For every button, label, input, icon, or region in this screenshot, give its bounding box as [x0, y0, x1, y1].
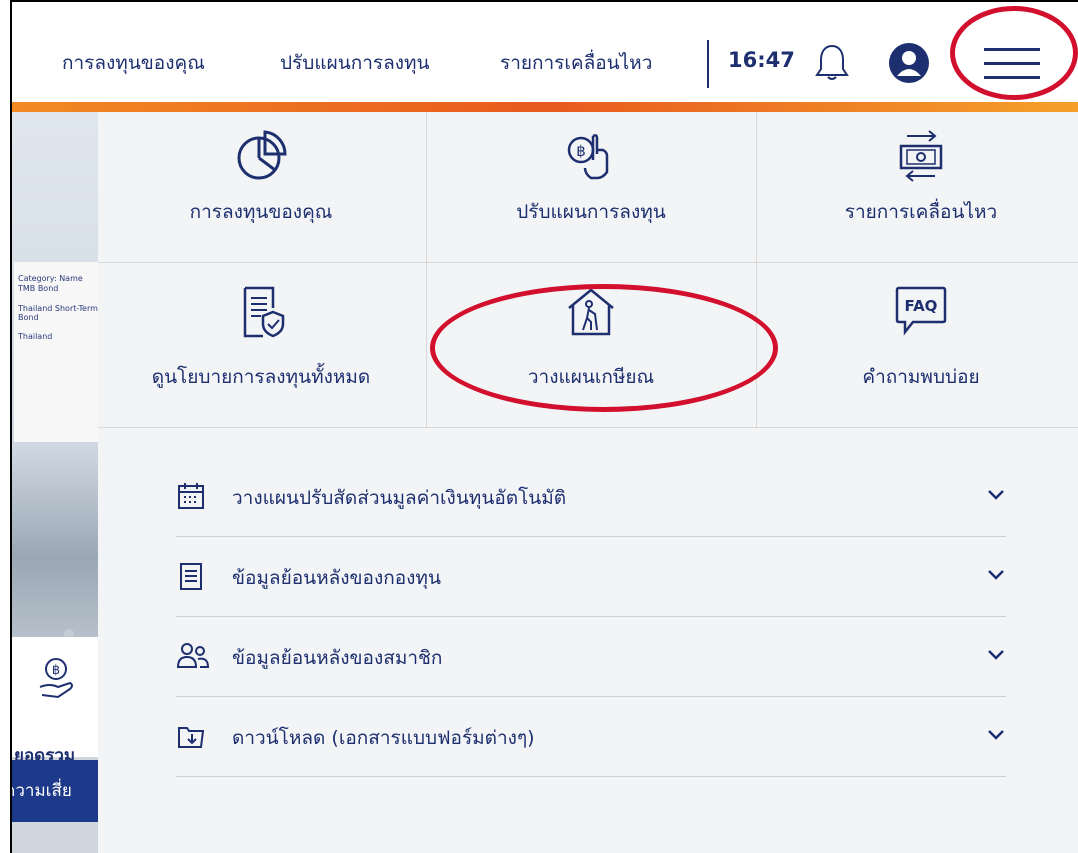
grid-divider	[98, 427, 1078, 428]
accordion-downloads[interactable]: ดาวน์โหลด (เอกสารแบบฟอร์มต่างๆ)	[176, 697, 1006, 777]
risk-label: ความเสี่ย	[12, 781, 72, 801]
svg-text:฿: ฿	[576, 142, 586, 160]
baht-coin-icon: ฿	[39, 658, 73, 699]
clipboard-list-icon	[176, 561, 206, 595]
risk-button[interactable]: ความเสี่ย	[12, 760, 98, 822]
menu-tile-label: วางแผนเกษียณ	[527, 366, 655, 388]
header-accent-stripe	[12, 102, 1078, 112]
doc-line: Thailand	[18, 332, 53, 341]
hamburger-menu-icon[interactable]	[982, 44, 1042, 88]
faq-icon: FAQ	[895, 286, 947, 336]
summary-card: ฿	[12, 637, 98, 757]
main-menu-panel: การลงทุนของคุณ ฿ ปรับแผนการลงทุน รายการเ…	[98, 112, 1078, 853]
baht-hand-icon: ฿	[567, 134, 609, 180]
grid-divider	[426, 112, 427, 427]
pie-chart-icon	[237, 130, 287, 180]
doc-line: TMB Bond	[18, 284, 59, 293]
grid-divider	[98, 262, 1078, 263]
retirement-house-icon	[568, 288, 614, 336]
topnav-adjust-plan[interactable]: ปรับแผนการลงทุน	[280, 48, 430, 78]
chevron-down-icon[interactable]	[986, 647, 1006, 666]
menu-tile-label: ปรับแผนการลงทุน	[516, 201, 666, 223]
menu-tile-label: คำถามพบบ่อย	[862, 366, 980, 388]
topnav-your-investment[interactable]: การลงทุนของคุณ	[62, 48, 205, 78]
accordion-fund-history[interactable]: ข้อมูลย้อนหลังของกองทุน	[176, 537, 1006, 617]
chevron-down-icon[interactable]	[986, 727, 1006, 746]
menu-tile-label: ดูนโยบายการลงทุนทั้งหมด	[151, 366, 371, 388]
app-frame: การลงทุนของคุณ ปรับแผนการลงทุน รายการเคล…	[10, 0, 1078, 853]
menu-tile-retirement-plan[interactable]: วางแผนเกษียณ	[428, 264, 754, 427]
money-transfer-icon	[899, 130, 943, 182]
accordion-label: ดาวน์โหลด (เอกสารแบบฟอร์มต่างๆ)	[232, 727, 535, 749]
menu-tile-label: รายการเคลื่อนไหว	[844, 201, 998, 223]
accordion-auto-rebalance[interactable]: วางแผนปรับสัดส่วนมูลค่าเงินทุนอัตโนมัติ	[176, 457, 1006, 537]
accordion-label: วางแผนปรับสัดส่วนมูลค่าเงินทุนอัตโนมัติ	[232, 487, 567, 509]
doc-line: Thailand Short-Term Bond	[18, 304, 98, 322]
accordion-member-history[interactable]: ข้อมูลย้อนหลังของสมาชิก	[176, 617, 1006, 697]
menu-tile-all-policies[interactable]: ดูนโยบายการลงทุนทั้งหมด	[98, 264, 424, 427]
chevron-down-icon[interactable]	[986, 487, 1006, 506]
menu-tile-faq[interactable]: FAQ คำถามพบบ่อย	[758, 264, 1078, 427]
background-page: Category: Name TMB Bond Thailand Short-T…	[12, 112, 98, 853]
grid-divider	[756, 112, 757, 427]
topnav-transactions[interactable]: รายการเคลื่อนไหว	[500, 48, 652, 78]
menu-tile-adjust-plan[interactable]: ฿ ปรับแผนการลงทุน	[428, 112, 754, 262]
policy-document-icon	[243, 286, 285, 338]
faq-icon-text: FAQ	[905, 297, 938, 315]
calendar-icon	[176, 481, 206, 515]
top-bar: การลงทุนของคุณ ปรับแผนการลงทุน รายการเคล…	[12, 2, 1078, 103]
chevron-down-icon[interactable]	[986, 567, 1006, 586]
bell-icon[interactable]	[814, 42, 850, 86]
members-icon	[176, 641, 210, 675]
download-folder-icon	[176, 721, 206, 755]
clock-time: 16:47	[728, 48, 795, 72]
user-avatar-icon[interactable]	[888, 42, 930, 88]
svg-text:฿: ฿	[52, 663, 60, 678]
menu-tile-your-investment[interactable]: การลงทุนของคุณ	[98, 112, 424, 262]
header-divider	[707, 40, 709, 88]
background-document: Category: Name TMB Bond Thailand Short-T…	[14, 262, 98, 442]
accordion-label: ข้อมูลย้อนหลังของกองทุน	[232, 567, 441, 589]
menu-tile-transactions[interactable]: รายการเคลื่อนไหว	[758, 112, 1078, 262]
menu-tile-label: การลงทุนของคุณ	[189, 201, 333, 223]
accordion-label: ข้อมูลย้อนหลังของสมาชิก	[232, 647, 443, 669]
doc-line: Category: Name	[18, 274, 83, 283]
